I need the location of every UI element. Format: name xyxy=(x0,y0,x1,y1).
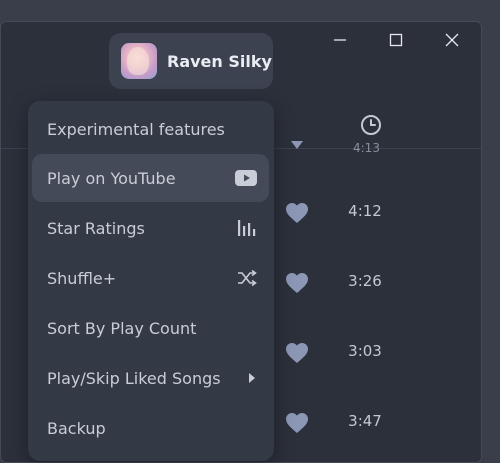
minimize-icon xyxy=(334,39,346,41)
menu-item-label: Backup xyxy=(47,418,106,438)
profile-dropdown-menu: Experimental features Play on YouTube St… xyxy=(28,101,274,461)
bar-chart-icon xyxy=(237,219,257,237)
heart-icon[interactable] xyxy=(285,412,309,434)
clock-icon xyxy=(361,115,381,135)
close-button[interactable] xyxy=(424,22,480,58)
menu-item-label: Star Ratings xyxy=(47,218,145,238)
menu-item-shuffle-plus[interactable]: Shuffle+ xyxy=(32,254,269,302)
maximize-icon xyxy=(389,33,403,47)
menu-item-play-skip-liked-songs[interactable]: Play/Skip Liked Songs xyxy=(32,354,269,402)
menu-item-label: Sort By Play Count xyxy=(47,318,197,338)
heart-icon[interactable] xyxy=(285,272,309,294)
menu-item-label: Play on YouTube xyxy=(47,168,176,188)
profile-button[interactable]: Raven Silky xyxy=(109,33,273,89)
chevron-right-icon xyxy=(247,372,257,384)
menu-item-sort-by-play-count[interactable]: Sort By Play Count xyxy=(32,304,269,352)
close-icon xyxy=(445,33,459,47)
shuffle-icon xyxy=(237,270,257,286)
heart-icon xyxy=(291,141,303,149)
track-duration: 3:26 xyxy=(348,272,382,290)
menu-item-play-on-youtube[interactable]: Play on YouTube xyxy=(32,154,269,202)
menu-item-experimental-features[interactable]: Experimental features xyxy=(32,105,269,153)
heart-icon[interactable] xyxy=(285,342,309,364)
track-duration: 4:13 xyxy=(353,141,380,155)
track-duration: 3:47 xyxy=(348,412,382,430)
youtube-icon xyxy=(235,170,257,186)
minimize-button[interactable] xyxy=(312,22,368,58)
menu-item-label: Experimental features xyxy=(47,119,225,139)
heart-icon[interactable] xyxy=(285,202,309,224)
menu-item-star-ratings[interactable]: Star Ratings xyxy=(32,204,269,252)
profile-name: Raven Silky xyxy=(167,51,272,71)
avatar xyxy=(121,43,157,79)
track-duration: 3:03 xyxy=(348,342,382,360)
menu-item-label: Shuffle+ xyxy=(47,268,117,288)
maximize-button[interactable] xyxy=(368,22,424,58)
track-duration: 4:12 xyxy=(348,202,382,220)
menu-item-backup[interactable]: Backup xyxy=(32,404,269,452)
window-controls xyxy=(312,22,480,58)
menu-item-label: Play/Skip Liked Songs xyxy=(47,368,221,388)
